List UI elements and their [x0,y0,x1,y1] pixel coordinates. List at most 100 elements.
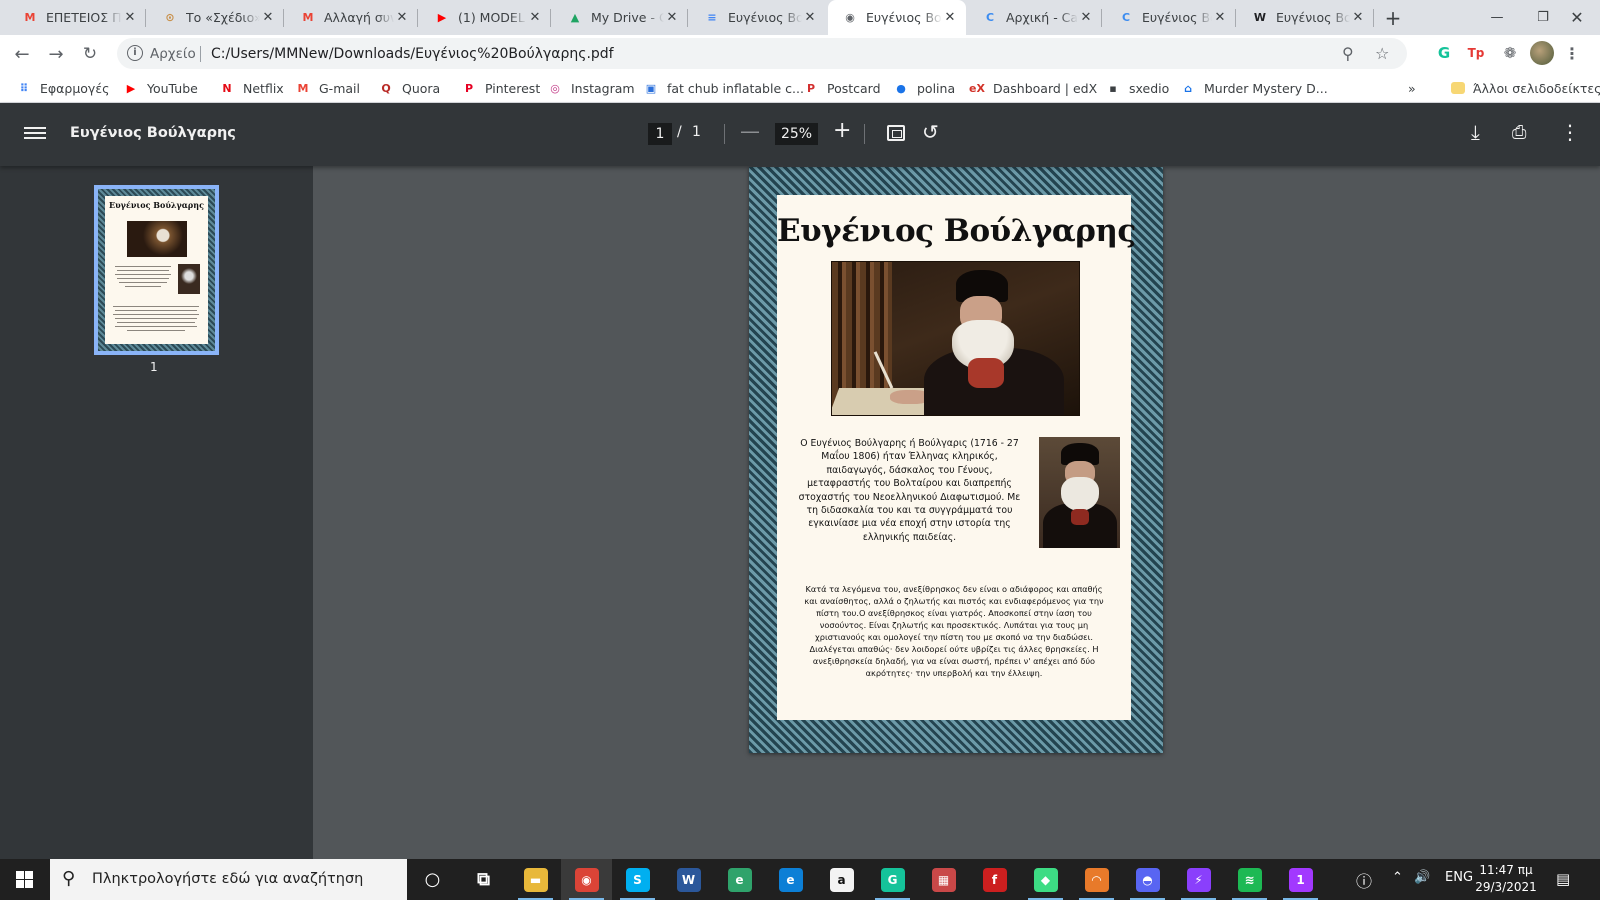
print-icon[interactable]: ⎙ [1512,122,1526,143]
messenger-notify-icon[interactable]: 1 [1275,859,1326,900]
tab-close-icon[interactable]: ✕ [260,10,276,25]
new-tab-button[interactable]: + [1380,5,1406,31]
url-text[interactable]: C:/Users/MMNew/Downloads/Ευγένιος%20Βούλ… [211,46,614,62]
cortana-icon[interactable]: ○ [407,859,458,900]
bookmark-7[interactable]: ◎ Instagram [547,79,634,97]
tab-close-icon[interactable]: ✕ [802,10,818,25]
tab-2[interactable]: ⊙ Το «Σχέδιο» ✕ [148,0,284,35]
grammarly-icon[interactable]: G [867,859,918,900]
tab-8[interactable]: C Αρχική - Car ✕ [968,0,1102,35]
bookmark-1[interactable]: ⠿ Εφαρμογές [16,79,110,97]
gmail-icon: M [24,11,36,24]
tp-extension-icon[interactable]: Tp [1466,43,1486,63]
tray-chevron-icon[interactable]: ⌃ [1392,870,1403,885]
taskbar-clock[interactable]: 11:47 πμ 29/3/2021 [1474,862,1538,896]
browser-menu-icon[interactable]: ⋮ [1562,43,1582,63]
messenger-icon[interactable]: ⚡ [1173,859,1224,900]
forward-button[interactable]: → [42,40,70,68]
thumbnail-heading: Ευγένιος Βούλγαρης [109,200,204,210]
address-bar[interactable]: i Αρχείο C:/Users/MMNew/Downloads/Ευγένι… [117,38,1407,69]
tab-1[interactable]: M ΕΠΕΤΕΙΟΣ ΠΙ ✕ [8,0,146,35]
extensions-puzzle-icon[interactable]: ❁ [1500,43,1520,63]
minimize-button[interactable]: — [1474,0,1520,35]
notifications-icon[interactable]: ▤ [1556,870,1570,888]
tab-close-icon[interactable]: ✕ [1078,10,1094,25]
other-bookmarks[interactable]: Άλλοι σελιδοδείκτες [1451,79,1600,97]
bookmark-10[interactable]: ● polina [893,79,955,97]
headset-app-icon[interactable]: ◠ [1071,859,1122,900]
postcard-icon: P [806,81,816,95]
chrome-icon[interactable]: ◉ [561,859,612,900]
zoom-icon[interactable]: ⚲ [1342,44,1354,63]
bookmark-6[interactable]: P Pinterest [461,79,540,97]
tab-close-icon[interactable]: ✕ [394,10,410,25]
tab-close-icon[interactable]: ✕ [1350,10,1366,25]
folder-icon [1451,82,1465,94]
task-view-icon[interactable]: ⧉ [458,859,509,900]
info-icon[interactable]: i [127,45,143,61]
bookmark-label: G-mail [319,80,360,96]
zoom-out-button[interactable]: — [740,119,760,143]
bookmark-label: Postcard [827,80,881,96]
tab-10[interactable]: W Ευγένιος Βο ✕ [1238,0,1374,35]
portrait-image [831,261,1080,416]
pdf-more-icon[interactable]: ⋮ [1560,120,1580,144]
grammarly-extension-icon[interactable]: G [1434,43,1454,63]
page-total: 1 [692,124,701,140]
tab-close-icon[interactable]: ✕ [122,10,138,25]
close-window-button[interactable]: ✕ [1554,0,1600,35]
bookmark-3[interactable]: N Netflix [219,79,283,97]
pdf-menu-button[interactable] [24,124,46,144]
reload-button[interactable]: ↻ [76,40,104,68]
edge-legacy-icon[interactable]: e [714,859,765,900]
tab-9[interactable]: C Ευγένιος Βο ✕ [1104,0,1236,35]
volume-icon[interactable]: 🔊 [1414,870,1430,885]
more-bookmarks-button[interactable]: » [1408,79,1416,97]
bookmark-4[interactable]: M G-mail [295,79,360,97]
discord-icon[interactable]: ◓ [1122,859,1173,900]
tab-5[interactable]: ▲ My Drive - G ✕ [553,0,688,35]
profile-avatar[interactable] [1530,41,1554,65]
spotify-icon[interactable]: ≋ [1224,859,1275,900]
android-studio-icon[interactable]: ◆ [1020,859,1071,900]
bookmark-5[interactable]: Q Quora [378,79,440,97]
back-button[interactable]: ← [8,40,36,68]
zoom-in-button[interactable]: + [833,118,851,143]
fit-to-page-icon[interactable] [887,125,905,141]
pinterest-icon: P [464,81,474,95]
bookmark-13[interactable]: ⌂ Murder Mystery D... [1180,79,1328,97]
tab-7[interactable]: ◉ Ευγένιος Βο ✕ [828,0,966,35]
start-button[interactable] [0,859,48,900]
rotate-icon[interactable]: ↺ [922,120,939,144]
tab-3[interactable]: M Αλλαγή συν ✕ [286,0,418,35]
bookmark-8[interactable]: ▣ fat chub inflatable c... [643,79,804,97]
word-icon[interactable]: W [663,859,714,900]
help-icon[interactable]: ⓘ [1356,868,1372,892]
page-thumbnail[interactable]: Ευγένιος Βούλγαρης [94,185,219,355]
file-explorer-icon[interactable]: ▬ [510,859,561,900]
tab-close-icon[interactable]: ✕ [942,10,958,25]
tab-close-icon[interactable]: ✕ [664,10,680,25]
amazon-icon[interactable]: a [816,859,867,900]
flash-icon[interactable]: f [969,859,1020,900]
pdf-viewer[interactable]: Ευγένιος Βούλγαρης Ο Ευγένιος Βούλγαρης … [313,166,1600,859]
tab-close-icon[interactable]: ✕ [527,10,543,25]
tab-title: Ευγένιος Βο [1142,10,1212,25]
bookmark-star-icon[interactable]: ☆ [1375,44,1389,63]
bookmark-12[interactable]: ▪ sxedio [1105,79,1169,97]
tab-6[interactable]: ≡ Ευγένιος Βο ✕ [690,0,826,35]
bookmark-11[interactable]: eX Dashboard | edX [969,79,1097,97]
toolbar-divider [864,124,865,144]
popcorn-icon[interactable]: ▦ [918,859,969,900]
edge-icon[interactable]: e [765,859,816,900]
page-number-input[interactable]: 1 [648,123,672,145]
tab-close-icon[interactable]: ✕ [1212,10,1228,25]
language-indicator[interactable]: ENG [1445,870,1473,885]
skype-icon[interactable]: S [612,859,663,900]
tab-4[interactable]: ▶ (1) MODEL A✕ [420,0,551,35]
bookmark-2[interactable]: ▶ YouTube [123,79,198,97]
download-icon[interactable]: ⤓ [1471,120,1480,144]
bookmark-9[interactable]: P Postcard [803,79,881,97]
taskbar-search[interactable]: ⚲ Πληκτρολογήστε εδώ για αναζήτηση [50,859,407,900]
zoom-input[interactable]: 25% [775,123,818,145]
